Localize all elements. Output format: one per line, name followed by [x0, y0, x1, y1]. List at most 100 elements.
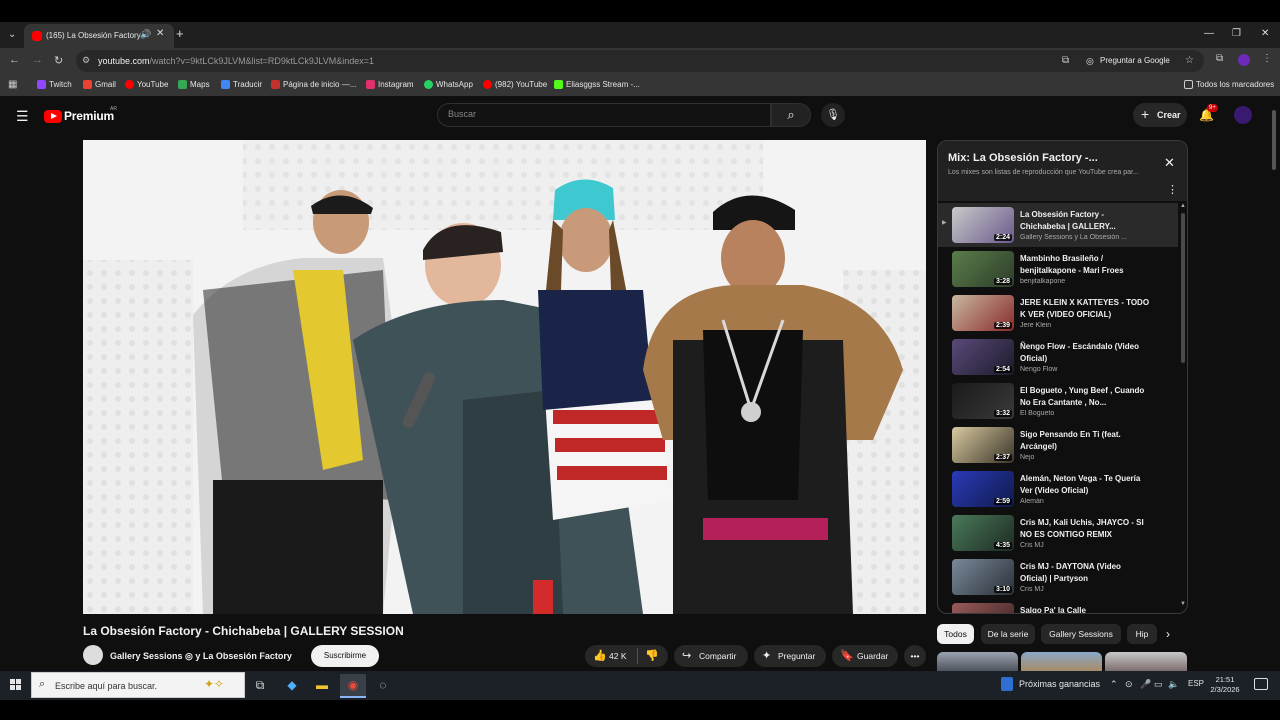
- playlist-more-icon[interactable]: ⋮: [1167, 183, 1178, 196]
- new-tab-button[interactable]: +: [176, 26, 190, 42]
- restore-icon[interactable]: ❐: [1232, 28, 1241, 39]
- taskbar-clock[interactable]: 21:51 2/3/2026: [1207, 675, 1243, 695]
- bookmark-instagram[interactable]: Instagram: [366, 80, 414, 89]
- like-button[interactable]: 👍: [593, 645, 607, 667]
- all-bookmarks-folder[interactable]: Todos los marcadores: [1184, 80, 1274, 89]
- site-info-icon[interactable]: ⚙: [82, 55, 90, 66]
- playlist-item[interactable]: 4:35 Cris MJ, Kali Uchis, JHAYCO - SI NO …: [938, 511, 1178, 555]
- playlist-item-title[interactable]: Alemán, Neton Vega - Te Quería Ver (Vide…: [1020, 473, 1150, 497]
- bookmark-kick-stream[interactable]: Eliasggss Stream -...: [554, 80, 640, 89]
- bookmark-gmail[interactable]: Gmail: [83, 80, 116, 89]
- playlist-item-title[interactable]: JERE KLEIN X KATTEYES - TODO K VER (VIDE…: [1020, 297, 1150, 321]
- close-icon[interactable]: ✕: [1164, 155, 1175, 171]
- tab-search-icon[interactable]: ⌄: [8, 29, 16, 40]
- bookmark-youtube[interactable]: YouTube: [125, 80, 168, 89]
- playlist-item-title[interactable]: Cris MJ - DAYTONA (Video Oficial) | Part…: [1020, 561, 1150, 585]
- apps-grid-icon[interactable]: ▦: [8, 79, 17, 90]
- playlist-item[interactable]: Salgo Pa' la Calle: [938, 599, 1178, 613]
- playlist-thumbnail[interactable]: 3:32: [952, 383, 1014, 419]
- save-button[interactable]: 🔖 Guardar: [832, 645, 898, 667]
- account-avatar[interactable]: [1234, 106, 1252, 124]
- more-actions-button[interactable]: •••: [904, 645, 926, 667]
- minimize-icon[interactable]: —: [1204, 28, 1214, 39]
- tray-network-icon[interactable]: ⊙: [1125, 679, 1133, 690]
- playlist-item-title[interactable]: La Obsesión Factory - Chichabeba | GALLE…: [1020, 209, 1150, 233]
- news-widget[interactable]: Próximas ganancias: [1001, 677, 1100, 691]
- audio-playing-icon[interactable]: 🔊: [140, 29, 151, 40]
- playlist-thumbnail[interactable]: 2:24: [952, 207, 1014, 243]
- recommended-thumbnail[interactable]: [1021, 652, 1102, 672]
- playlist-item[interactable]: 3:10 Cris MJ - DAYTONA (Video Oficial) | …: [938, 555, 1178, 599]
- recommended-thumbnail[interactable]: [1105, 652, 1187, 672]
- subscribe-button[interactable]: Suscribirme: [311, 645, 379, 667]
- bookmark-homepage[interactable]: Página de inicio —...: [271, 80, 356, 89]
- profile-avatar[interactable]: [1238, 54, 1250, 66]
- search-button[interactable]: ⌕: [771, 103, 811, 127]
- tray-mic-icon[interactable]: 🎤: [1140, 679, 1151, 690]
- browser-tab-active[interactable]: (165) La Obsesión Factory 🔊 ✕: [24, 24, 174, 48]
- ask-button[interactable]: ✦ Preguntar: [754, 645, 826, 667]
- playlist-thumbnail[interactable]: [952, 603, 1014, 613]
- scroll-down-icon[interactable]: ▼: [1180, 601, 1186, 607]
- bookmark-twitch[interactable]: Twitch: [37, 80, 72, 89]
- file-explorer-icon[interactable]: ▬: [313, 676, 331, 694]
- tray-volume-icon[interactable]: 🔈: [1168, 679, 1179, 690]
- playlist-item-title[interactable]: Ñengo Flow - Escándalo (Video Oficial): [1020, 341, 1150, 365]
- dislike-icon[interactable]: 👎: [645, 645, 659, 667]
- address-bar[interactable]: ⚙ youtube.com/watch?v=9ktLCk9JLVM&list=R…: [76, 50, 1204, 72]
- playlist-item[interactable]: 2:39 JERE KLEIN X KATTEYES - TODO K VER (…: [938, 291, 1178, 335]
- chevron-right-icon[interactable]: ›: [1166, 627, 1170, 641]
- playlist-thumbnail[interactable]: 3:10: [952, 559, 1014, 595]
- chrome-icon[interactable]: ◉: [344, 676, 362, 694]
- search-input[interactable]: [448, 109, 748, 119]
- chip-hiphop[interactable]: Hip: [1127, 624, 1157, 644]
- taskbar-search-box[interactable]: ⌕ Escribe aquí para buscar. ✦✧: [31, 672, 245, 698]
- chip-series[interactable]: De la serie: [981, 624, 1035, 644]
- playlist-thumbnail[interactable]: 4:35: [952, 515, 1014, 551]
- tray-battery-icon[interactable]: ▭: [1154, 679, 1163, 690]
- search-box[interactable]: [437, 103, 771, 127]
- bookmark-translate[interactable]: Traducir: [221, 80, 262, 89]
- copilot-icon[interactable]: ◆: [283, 676, 301, 694]
- scroll-up-icon[interactable]: ▲: [1180, 203, 1186, 209]
- channel-name[interactable]: Gallery Sessions ◎ y La Obsesión Factory: [110, 651, 292, 662]
- extensions-icon[interactable]: ⧉: [1216, 53, 1223, 64]
- tray-chevron-icon[interactable]: ⌃: [1110, 679, 1118, 690]
- bookmark-maps[interactable]: Maps: [178, 80, 210, 89]
- playlist-item[interactable]: ▶ 2:24 La Obsesión Factory - Chichabeba | …: [938, 203, 1178, 247]
- playlist-thumbnail[interactable]: 2:37: [952, 427, 1014, 463]
- task-view-icon[interactable]: ⧉: [251, 676, 269, 694]
- playlist-item-title[interactable]: El Bogueto , Yung Beef , Cuando No Era C…: [1020, 385, 1150, 409]
- playlist-item[interactable]: 2:59 Alemán, Neton Vega - Te Quería Ver (…: [938, 467, 1178, 511]
- playlist-item[interactable]: 3:28 Mambinho Brasileño / benjitalkapone …: [938, 247, 1178, 291]
- app-icon[interactable]: ◌: [374, 676, 392, 694]
- video-player[interactable]: [83, 140, 926, 614]
- playlist-item[interactable]: 2:54 Ñengo Flow - Escándalo (Video Oficia…: [938, 335, 1178, 379]
- playlist-item-title[interactable]: Cris MJ, Kali Uchis, JHAYCO - SI NO ES C…: [1020, 517, 1150, 541]
- cast-icon[interactable]: ⧉: [1062, 55, 1069, 66]
- playlist-thumbnail[interactable]: 2:39: [952, 295, 1014, 331]
- notifications-bell-icon[interactable]: 🔔 9+: [1199, 104, 1218, 122]
- bookmark-whatsapp[interactable]: WhatsApp: [424, 80, 473, 89]
- ask-google-button[interactable]: ◎ Preguntar a Google: [1084, 53, 1176, 69]
- bookmark-youtube-2[interactable]: (982) YouTube: [483, 80, 547, 89]
- playlist-title[interactable]: Mix: La Obsesión Factory -...: [948, 152, 1098, 164]
- tray-language[interactable]: ESP: [1188, 679, 1204, 688]
- share-button[interactable]: ↪ Compartir: [674, 645, 748, 667]
- playlist-item-title[interactable]: Mambinho Brasileño / benjitalkapone - Ma…: [1020, 253, 1150, 277]
- voice-search-button[interactable]: 🎙: [821, 103, 845, 127]
- bookmark-star-icon[interactable]: ☆: [1185, 55, 1194, 66]
- notification-center-icon[interactable]: [1254, 678, 1268, 690]
- create-button[interactable]: + Crear: [1133, 103, 1187, 127]
- recommended-thumbnail[interactable]: [937, 652, 1018, 672]
- hamburger-menu-icon[interactable]: ☰: [16, 108, 29, 125]
- playlist-thumbnail[interactable]: 2:54: [952, 339, 1014, 375]
- url-text[interactable]: youtube.com/watch?v=9ktLCk9JLVM&list=RD9…: [98, 56, 374, 66]
- playlist-item[interactable]: 3:32 El Bogueto , Yung Beef , Cuando No E…: [938, 379, 1178, 423]
- channel-avatar[interactable]: [83, 645, 103, 665]
- playlist-item-title[interactable]: Salgo Pa' la Calle: [1020, 605, 1150, 613]
- back-icon[interactable]: ←: [9, 54, 20, 66]
- chrome-menu-icon[interactable]: ⋮: [1262, 53, 1272, 64]
- playlist-thumbnail[interactable]: 3:28: [952, 251, 1014, 287]
- reload-icon[interactable]: ↻: [54, 54, 63, 67]
